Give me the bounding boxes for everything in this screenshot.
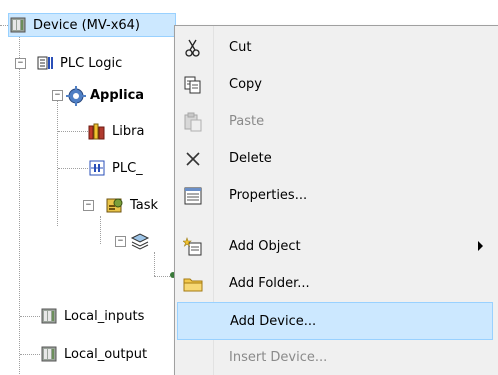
menu-item-copy[interactable]: Copy [177, 66, 493, 102]
menu-item-label: Copy [229, 76, 262, 92]
tree-item-local-outputs[interactable]: Local_output [40, 343, 147, 365]
tree-line [19, 32, 20, 374]
add-object-icon [182, 237, 203, 257]
menu-item-insert-device[interactable]: Insert Device... [177, 339, 493, 375]
menu-item-label: Add Device... [230, 313, 317, 329]
submenu-arrow-icon [478, 241, 483, 251]
context-menu: Cut Copy Paste Delete Properties... Add … [174, 25, 498, 375]
tree-line [57, 96, 58, 226]
menu-item-properties[interactable]: Properties... [177, 177, 493, 213]
tree-item-library[interactable]: Libra [88, 120, 144, 142]
collapse-toggle[interactable]: − [83, 200, 94, 211]
task-config-icon [106, 196, 124, 214]
tree-line [58, 168, 88, 169]
tree-item-label: PLC_ [112, 160, 143, 176]
device-icon [9, 16, 27, 34]
menu-item-label: Properties... [229, 187, 308, 203]
menu-item-label: Add Folder... [229, 275, 310, 291]
gear-icon [66, 86, 86, 106]
collapse-toggle[interactable]: − [115, 236, 126, 247]
tree-item-device[interactable]: Device (MV-x64) [8, 13, 176, 37]
tree-line [100, 216, 101, 244]
collapse-toggle[interactable]: − [52, 90, 63, 101]
plc-logic-icon [36, 54, 54, 72]
tree-line [58, 131, 88, 132]
menu-item-add-object[interactable]: Add Object [177, 228, 493, 264]
tree-item-label: Libra [112, 123, 145, 139]
collapse-toggle[interactable]: − [15, 58, 26, 69]
delete-x-icon [183, 149, 203, 169]
menu-item-cut[interactable]: Cut [177, 29, 493, 65]
tree-item-application[interactable]: Applica [66, 84, 144, 106]
menu-item-label: Insert Device... [229, 349, 328, 365]
tree-item-label: Local_inputs [64, 308, 145, 324]
tree-item-plc-logic[interactable]: PLC Logic [36, 52, 122, 74]
tree-item-local-inputs[interactable]: Local_inputs [40, 305, 144, 327]
tree-item-task[interactable]: Task [106, 194, 158, 216]
tree-item-label: Applica [90, 87, 145, 103]
pou-icon [88, 159, 106, 177]
scissors-icon [183, 38, 203, 58]
menu-item-label: Delete [229, 150, 272, 166]
tree-item-task-entry[interactable] [130, 230, 154, 252]
library-books-icon [88, 122, 106, 140]
device-icon [40, 307, 58, 325]
menu-item-label: Add Object [229, 238, 301, 254]
properties-icon [183, 186, 203, 206]
tree-item-label: Device (MV-x64) [33, 17, 141, 33]
menu-item-add-folder[interactable]: Add Folder... [177, 265, 493, 301]
tree-line [20, 316, 40, 317]
paste-icon [183, 112, 203, 132]
tree-item-plc-prg[interactable]: PLC_ [88, 157, 143, 179]
menu-item-label: Paste [229, 113, 265, 129]
tree-item-label: Task [130, 197, 159, 213]
device-icon [40, 345, 58, 363]
menu-item-delete[interactable]: Delete [177, 140, 493, 176]
tree-line [0, 25, 8, 26]
menu-item-paste[interactable]: Paste [177, 103, 493, 139]
tree-line [154, 252, 155, 276]
menu-item-add-device[interactable]: Add Device... [177, 302, 493, 340]
tree-item-label: PLC Logic [60, 55, 123, 71]
tree-item-label: Local_output [64, 346, 148, 362]
tree-line [20, 354, 40, 355]
menu-item-label: Cut [229, 39, 252, 55]
copy-icon [183, 75, 203, 95]
layers-icon [130, 232, 150, 250]
folder-icon [183, 274, 203, 294]
